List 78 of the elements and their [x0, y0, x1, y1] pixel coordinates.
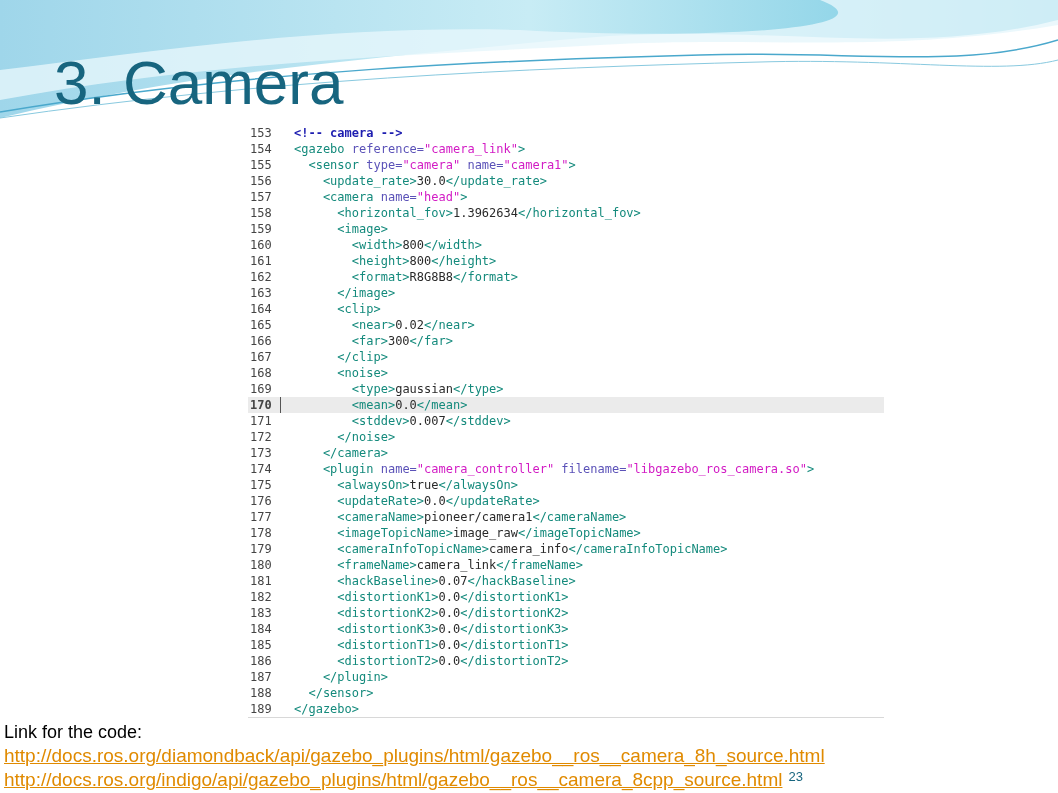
- code-line: </noise>: [336, 429, 396, 445]
- code-line: <mean>0.0</mean>: [350, 397, 468, 413]
- line-number: 179: [249, 541, 273, 557]
- code-line: <noise>: [336, 365, 388, 381]
- line-number: 172: [249, 429, 273, 445]
- code-line: <distortionT2>0.0</distortionT2>: [336, 653, 569, 669]
- line-number: 157: [249, 189, 273, 205]
- page-number: 23: [788, 769, 803, 784]
- line-number: 178: [249, 525, 273, 541]
- line-number: 154: [249, 141, 273, 157]
- code-line: <near>0.02</near>: [350, 317, 475, 333]
- code-line: <height>800</height>: [350, 253, 497, 269]
- code-line: <frameName>camera_link</frameName>: [336, 557, 583, 573]
- line-number: 177: [249, 509, 273, 525]
- line-number: 181: [249, 573, 273, 589]
- line-number: 164: [249, 301, 273, 317]
- code-line: <width>800</width>: [350, 237, 482, 253]
- code-line: <camera name="head">: [321, 189, 468, 205]
- line-number: 182: [249, 589, 273, 605]
- code-line: </plugin>: [321, 669, 388, 685]
- line-number: 189: [249, 701, 273, 717]
- code-line: <cameraInfoTopicName>camera_info</cameraInfoTopicName>: [336, 541, 728, 557]
- line-number: 188: [249, 685, 273, 701]
- code-line: <horizontal_fov>1.3962634</horizontal_fov>: [336, 205, 641, 221]
- code-line: <far>300</far>: [350, 333, 453, 349]
- code-line: <clip>: [336, 301, 381, 317]
- line-number: 159: [249, 221, 273, 237]
- code-line: <distortionK2>0.0</distortionK2>: [336, 605, 569, 621]
- line-number: 176: [249, 493, 273, 509]
- code-line: <gazebo reference="camera_link">: [293, 141, 526, 157]
- line-number: 167: [249, 349, 273, 365]
- code-line: </camera>: [321, 445, 388, 461]
- code-line: <distortionT1>0.0</distortionT1>: [336, 637, 569, 653]
- line-number: 158: [249, 205, 273, 221]
- code-line: <update_rate>30.0</update_rate>: [321, 173, 547, 189]
- line-number: 160: [249, 237, 273, 253]
- code-line: <sensor type="camera" name="camera1">: [307, 157, 576, 173]
- line-number: 155: [249, 157, 273, 173]
- line-number: 166: [249, 333, 273, 349]
- code-line: <!-- camera -->: [293, 125, 403, 141]
- line-number: 170: [248, 397, 281, 413]
- code-line: <plugin name="camera_controller" filename="libgazebo_ros_camera.so">: [321, 461, 815, 477]
- line-number: 183: [249, 605, 273, 621]
- line-number: 162: [249, 269, 273, 285]
- code-line: <type>gaussian</type>: [350, 381, 504, 397]
- code-line: <updateRate>0.0</updateRate>: [336, 493, 540, 509]
- code-line: <distortionK1>0.0</distortionK1>: [336, 589, 569, 605]
- line-number: 174: [249, 461, 273, 477]
- code-line: <cameraName>pioneer/camera1</cameraName>: [336, 509, 627, 525]
- line-number: 156: [249, 173, 273, 189]
- line-number: 184: [249, 621, 273, 637]
- code-line: </gazebo>: [293, 701, 360, 717]
- line-number: 185: [249, 637, 273, 653]
- line-number: 169: [249, 381, 273, 397]
- code-line: </image>: [336, 285, 396, 301]
- code-line: <distortionK3>0.0</distortionK3>: [336, 621, 569, 637]
- line-number: 173: [249, 445, 273, 461]
- line-number: 168: [249, 365, 273, 381]
- code-line: <format>R8G8B8</format>: [350, 269, 518, 285]
- line-number: 163: [249, 285, 273, 301]
- line-number: 165: [249, 317, 273, 333]
- code-line: <stddev>0.007</stddev>: [350, 413, 511, 429]
- line-number: 153: [249, 125, 273, 141]
- line-number: 161: [249, 253, 273, 269]
- line-number: 187: [249, 669, 273, 685]
- code-line: <imageTopicName>image_raw</imageTopicName>: [336, 525, 641, 541]
- code-line: <alwaysOn>true</alwaysOn>: [336, 477, 518, 493]
- line-number: 175: [249, 477, 273, 493]
- source-link[interactable]: http://docs.ros.org/indigo/api/gazebo_plugins/html/gazebo__ros__camera_8cpp_source.html: [4, 769, 783, 791]
- line-number: 186: [249, 653, 273, 669]
- code-line: </clip>: [336, 349, 388, 365]
- code-line: </sensor>: [307, 685, 374, 701]
- line-number: 171: [249, 413, 273, 429]
- code-line: <image>: [336, 221, 388, 237]
- line-number: 180: [249, 557, 273, 573]
- code-line: <hackBaseline>0.07</hackBaseline>: [336, 573, 576, 589]
- caption-text: Link for the code:: [4, 722, 143, 743]
- source-link[interactable]: http://docs.ros.org/diamondback/api/gazebo_plugins/html/gazebo__ros__camera_8h_source.html: [4, 745, 825, 767]
